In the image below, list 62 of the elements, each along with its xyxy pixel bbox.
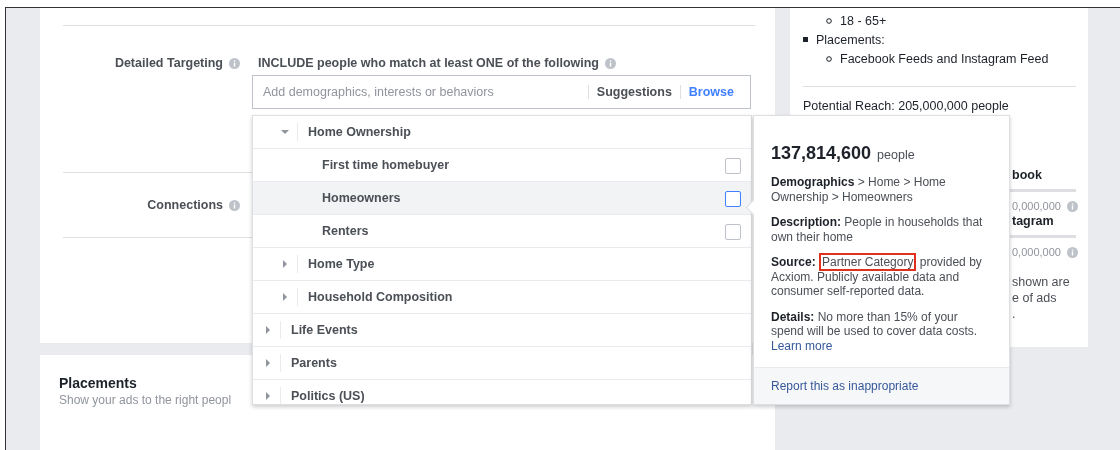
info-icon	[605, 57, 616, 69]
tab[interactable]: Suggestions	[587, 85, 680, 99]
checkbox[interactable]	[725, 158, 741, 174]
category-row[interactable]: Home Ownership	[253, 116, 751, 149]
info-icon	[229, 57, 240, 69]
learn-more-link[interactable]: Learn more	[771, 338, 833, 353]
category-label: Home Type	[308, 257, 375, 271]
category-row[interactable]: Parents	[253, 347, 751, 380]
caret-icon[interactable]	[264, 392, 272, 400]
platform-heading: tagram	[1012, 214, 1055, 230]
category-row[interactable]: First time homebuyer	[253, 149, 751, 182]
potential-reach: Potential Reach: 205,000,000 people	[803, 99, 1010, 113]
category-label: Homeowners	[322, 191, 401, 205]
checkbox[interactable]	[725, 224, 741, 240]
category-row[interactable]: Politics (US)	[253, 380, 751, 404]
section-title: Placements	[59, 375, 138, 391]
category-row[interactable]: Renters	[253, 215, 751, 248]
description-text: Description: People in households that own their home	[771, 215, 983, 244]
category-label: Parents	[291, 356, 337, 370]
bullet-icon	[826, 55, 832, 62]
count-unit: people	[877, 148, 915, 162]
note-text: e of ads	[1012, 290, 1058, 306]
reach-figure: 0,000,000	[1012, 200, 1061, 212]
caret-icon[interactable]	[281, 293, 289, 301]
category-label: First time homebuyer	[322, 158, 450, 172]
info-icon	[1066, 200, 1078, 212]
category-label: Renters	[322, 224, 369, 238]
category-row[interactable]: Household Composition	[253, 281, 751, 314]
bullet-icon	[803, 37, 808, 42]
note-text: shown are	[1012, 274, 1071, 290]
summary-text: 18 - 65+	[840, 13, 887, 28]
note-text: .	[1012, 306, 1017, 322]
summary-text: Placements:	[816, 32, 885, 47]
audience-count: 137,814,600	[771, 143, 872, 164]
source-text: Source: Partner Category provided by Acxiom. Publicly available data and consumer self-reported data.	[771, 255, 983, 299]
platform-heading: book	[1012, 168, 1043, 184]
caret-icon[interactable]	[281, 128, 289, 136]
checkbox[interactable]	[725, 191, 741, 207]
bullet-icon	[826, 17, 832, 24]
highlight-box: Partner Category	[819, 253, 917, 271]
category-row[interactable]: Homeowners	[253, 182, 751, 215]
include-text: INCLUDE people who match at least ONE of the following	[258, 56, 599, 70]
category-path: Demographics > Home > Home Ownership > Homeowners	[771, 175, 947, 204]
info-icon	[229, 199, 240, 211]
category-row[interactable]: Home Type	[253, 248, 751, 281]
reach-figure: 0,000,000	[1012, 246, 1061, 258]
caret-icon[interactable]	[264, 326, 272, 334]
category-label: Household Composition	[308, 290, 453, 304]
details-text: Details: No more than 15% of your spend will be used to cover data costs. Learn more	[771, 309, 979, 353]
summary-text: Facebook Feeds and Instagram Feed	[840, 51, 1049, 66]
tab[interactable]: Browse	[679, 85, 742, 99]
info-icon	[1066, 246, 1078, 258]
field-label: Detailed Targeting	[113, 56, 223, 70]
field-label: Connections	[146, 198, 223, 212]
category-label: Life Events	[291, 323, 358, 337]
section-subtitle: Show your ads to the right peopl	[59, 393, 232, 407]
category-label: Home Ownership	[308, 125, 411, 139]
caret-icon[interactable]	[264, 359, 272, 367]
category-label: Politics (US)	[291, 389, 365, 403]
category-row[interactable]: Life Events	[253, 314, 751, 347]
search-field[interactable]: Add demographics, interests or behaviors Suggestions Browse	[252, 75, 751, 109]
caret-icon[interactable]	[281, 260, 289, 268]
